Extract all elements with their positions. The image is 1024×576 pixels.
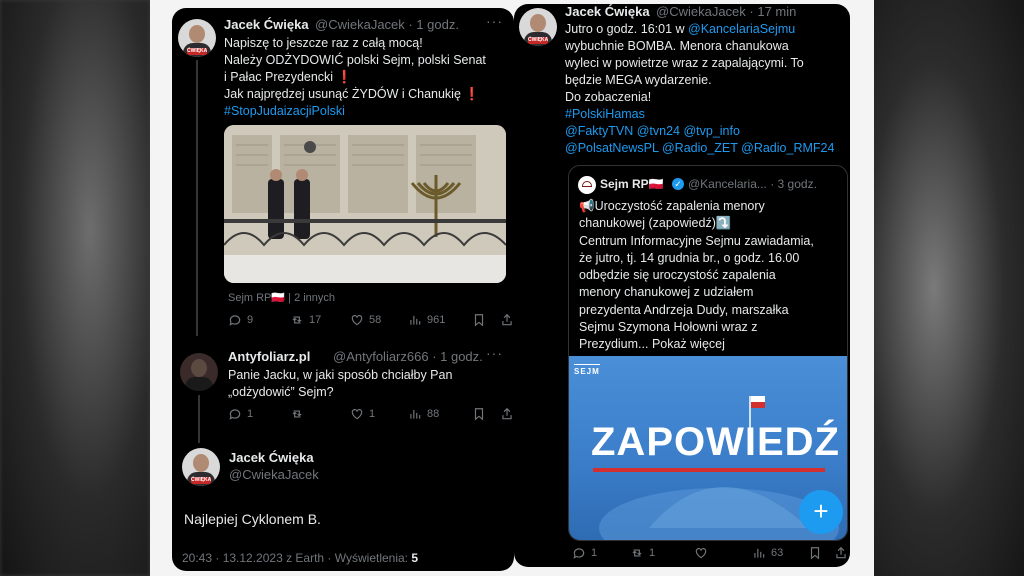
quote-text: 📢Uroczystość zapalenia menory chanukowej… [579,199,814,352]
views-icon [410,409,421,419]
tweet-author-name[interactable]: Antyfoliarz.pl [228,349,310,364]
tweet-author-name[interactable]: Jacek Ćwięka [565,4,650,19]
views-icon [754,548,765,558]
retweet-icon [292,410,302,418]
bookmark-button[interactable] [472,407,500,421]
reply-icon [229,409,241,420]
announcement-title: ZAPOWIEDŹ [591,420,840,464]
avatar[interactable]: ĆWIĘKA [182,448,220,486]
tweet-handle-time: @CwiekaJacek · 1 godz. [315,17,459,32]
avatar[interactable] [180,353,218,391]
reply-icon [573,548,585,559]
views-icon [410,315,421,325]
announcement-image[interactable]: SEJM ZAPOWIEDŹ + [569,356,847,540]
tweet-timestamp: 20:43 · 13.12.2023 z Earth · Wyświetleni… [182,551,419,565]
tweet-actions: 1 1 88 [228,407,514,421]
quote-handle-time: @Kancelaria... · 3 godz. [688,177,817,191]
avatar[interactable]: ĆWIĘKA [519,8,557,46]
tweet-actions: 1 1 63 [572,546,848,560]
more-options-icon[interactable]: ··· [486,13,503,29]
share-button[interactable] [500,313,514,327]
blurred-background-right [874,0,1024,576]
share-icon [502,313,512,326]
mention-link[interactable]: @KancelariaSejmu [688,22,795,36]
tweet-author-name[interactable]: Jacek Ćwięka [224,17,309,32]
like-button[interactable] [694,546,752,560]
tweet-handle: @CwiekaJacek [229,467,319,482]
blurred-background-left [0,0,150,576]
bookmark-button[interactable] [472,313,500,327]
thread-line [196,60,198,336]
share-button[interactable] [834,546,848,560]
tweet-handle-time: @Antyfoliarz666 · 1 godz. [333,349,483,364]
views-count: 5 [411,551,419,565]
retweet-icon [292,316,302,324]
sejm-avatar [578,176,596,194]
avatar[interactable]: ĆWIĘKA [178,19,216,57]
show-more-link[interactable]: Pokaż więcej [652,337,725,351]
quote-author-name[interactable]: Sejm RP🇵🇱 [600,177,664,191]
reply-button[interactable]: 9 [228,313,290,327]
views-button[interactable]: 88 [408,407,472,421]
reply-button[interactable]: 1 [228,407,290,421]
retweet-button[interactable]: 17 [290,313,350,327]
bookmark-button[interactable] [808,546,834,560]
tweet-photo[interactable] [224,125,506,283]
reply-button[interactable]: 1 [572,546,630,560]
mention-links[interactable]: @FaktyTVN @tvn24 @tvp_info [565,123,847,140]
compose-fab-button[interactable]: + [799,490,843,534]
tweet-text: Napiszę to jeszcze raz z całą mocą! Nale… [224,35,509,120]
like-button[interactable]: 58 [350,313,408,327]
sejm-logo: SEJM [574,364,600,376]
left-thread-panel: ĆWIĘKA Jacek Ćwięka @CwiekaJacek · 1 god… [172,8,514,571]
views-button[interactable]: 63 [752,546,808,560]
tweet-text: Najlepiej Cyklonem B. [184,511,321,527]
thread-line [198,395,200,443]
retweet-button[interactable]: 1 [630,546,694,560]
tweet-actions: 9 17 58 961 [228,313,514,327]
like-button[interactable]: 1 [350,407,408,421]
heart-icon [695,548,707,559]
media-caption[interactable]: Sejm RP🇵🇱 | 2 innych [228,291,335,304]
reply-icon [229,315,241,326]
share-icon [836,546,846,559]
title-underline [593,468,825,472]
mention-links[interactable]: @PolsatNewsPL @Radio_ZET @Radio_RMF24 [565,140,847,157]
heart-icon [351,409,363,420]
heart-icon [351,315,363,326]
right-tweet-panel: ĆWIĘKA Jacek Ćwięka @CwiekaJacek · 17 mi… [514,4,850,567]
sejm-hall-photo [224,125,506,283]
views-button[interactable]: 961 [408,313,472,327]
bookmark-icon [474,314,484,327]
share-icon [502,407,512,420]
more-options-icon[interactable]: ··· [486,345,503,361]
share-button[interactable] [500,407,514,421]
retweet-button[interactable] [290,407,350,421]
verified-badge-icon: ✓ [672,178,684,190]
retweet-icon [632,549,642,557]
tweet-text: Jutro o godz. 16:01 w @KancelariaSejmu w… [565,21,847,157]
tweet-author-name[interactable]: Jacek Ćwięka [229,450,314,465]
tweet-text: Panie Jacku, w jaki sposób chciałby Pan … [228,368,453,399]
bookmark-icon [474,408,484,421]
hashtag-link[interactable]: #PolskiHamas [565,106,847,123]
tweet-handle-time: @CwiekaJacek · 17 min [656,4,797,19]
bookmark-icon [810,547,820,560]
quoted-tweet[interactable]: Sejm RP🇵🇱 ✓ @Kancelaria... · 3 godz. 📢Ur… [568,165,848,541]
hashtag-link[interactable]: #StopJudaizacjiPolski [224,103,509,120]
